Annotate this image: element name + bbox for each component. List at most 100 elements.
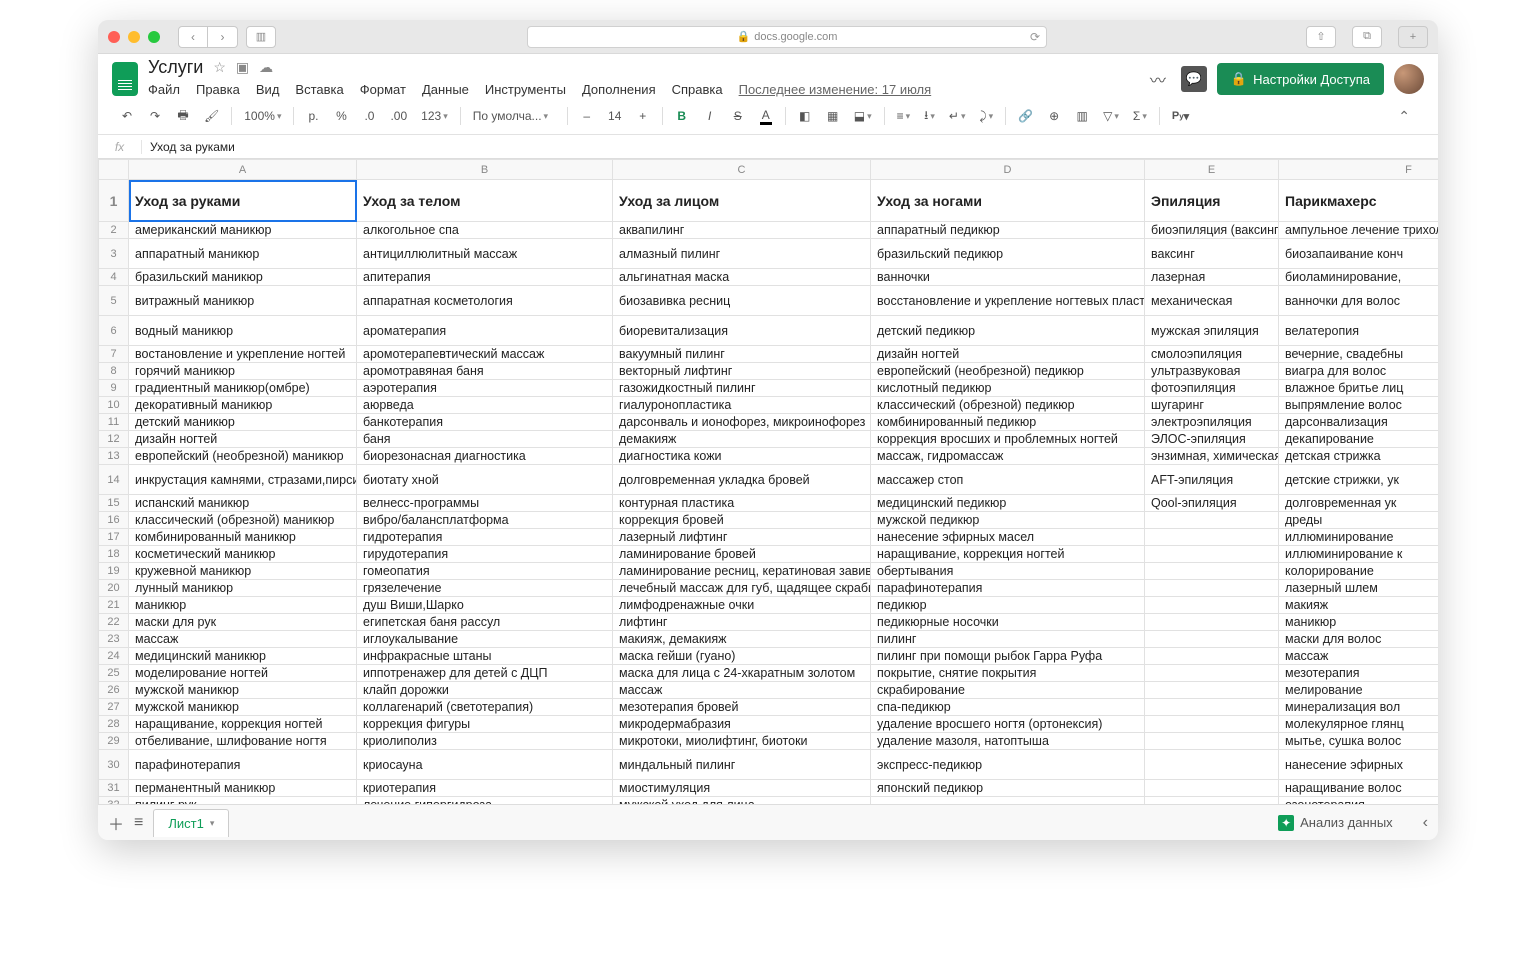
undo-button[interactable]: ↶ [116,104,138,128]
cell[interactable]: моделирование ногтей [129,665,357,682]
new-tab-button[interactable]: + [1398,26,1428,48]
functions-dropdown[interactable]: Σ▾ [1129,109,1151,123]
cell[interactable]: парафинотерапия [871,580,1145,597]
row-header[interactable]: 24 [99,648,129,665]
cell[interactable]: банкотерапия [357,414,613,431]
cell[interactable]: нанесение эфирных [1279,750,1439,780]
cell[interactable]: велнесс-программы [357,495,613,512]
row-header[interactable]: 25 [99,665,129,682]
cell[interactable]: альгинатная маска [613,269,871,286]
cell[interactable]: маникюр [1279,614,1439,631]
cell[interactable]: биозавивка ресниц [613,286,871,316]
cell[interactable]: лимфодренажные очки [613,597,871,614]
cell[interactable]: шугаринг [1145,397,1279,414]
col-header-F[interactable]: F [1279,160,1439,180]
cell[interactable]: векторный лифтинг [613,363,871,380]
cell[interactable]: колорирование [1279,563,1439,580]
cell[interactable]: электроэпиляция [1145,414,1279,431]
cell[interactable]: коррекция фигуры [357,716,613,733]
cell[interactable]: макияж [1279,597,1439,614]
row-header[interactable]: 14 [99,465,129,495]
cell[interactable]: макияж, демакияж [613,631,871,648]
strike-button[interactable]: S [727,104,749,128]
percent-button[interactable]: % [330,104,352,128]
cell[interactable]: педикюрные носочки [871,614,1145,631]
cell[interactable]: антициллюлитный массаж [357,239,613,269]
formula-bar[interactable]: Уход за руками [142,140,1438,154]
cell[interactable]: массаж [1279,648,1439,665]
cell[interactable]: комбинированный педикюр [871,414,1145,431]
cell[interactable]: Qool-эпиляция [1145,495,1279,512]
cell[interactable]: газожидкостный пилинг [613,380,871,397]
cell[interactable]: мелирование [1279,682,1439,699]
menu-Дополнения[interactable]: Дополнения [582,82,656,97]
cell[interactable] [1145,648,1279,665]
cell[interactable]: биорезонасная диагностика [357,448,613,465]
cell[interactable]: массаж [613,682,871,699]
cell[interactable]: восстановление и укрепление ногтевых пла… [871,286,1145,316]
row-header[interactable]: 1 [99,180,129,222]
menu-Формат[interactable]: Формат [360,82,406,97]
cell[interactable]: лечебный массаж для губ, щадящее скрабир… [613,580,871,597]
cell[interactable]: смолоэпиляция [1145,346,1279,363]
row-header[interactable]: 17 [99,529,129,546]
cell[interactable]: диагностика кожи [613,448,871,465]
row-header[interactable]: 18 [99,546,129,563]
cell[interactable] [1145,665,1279,682]
cell[interactable]: виагра для волос [1279,363,1439,380]
cell[interactable]: Уход за телом [357,180,613,222]
select-all-cell[interactable] [99,160,129,180]
cell[interactable] [1145,529,1279,546]
collapse-toolbar-button[interactable]: ⌃ [1398,108,1410,125]
cell[interactable]: гиалуронопластика [613,397,871,414]
comments-icon[interactable]: 💬 [1181,66,1207,92]
cell[interactable]: аквапилинг [613,222,871,239]
cell[interactable]: витражный маникюр [129,286,357,316]
cell[interactable] [1145,614,1279,631]
cell[interactable]: детский педикюр [871,316,1145,346]
cell[interactable]: кружевной маникюр [129,563,357,580]
cell[interactable]: криосауна [357,750,613,780]
cell[interactable]: биоэпиляция (ваксинг) [1145,222,1279,239]
cell[interactable]: вечерние, свадебны [1279,346,1439,363]
col-header-E[interactable]: E [1145,160,1279,180]
cell[interactable]: японский педикюр [871,780,1145,797]
row-header[interactable]: 13 [99,448,129,465]
all-sheets-button[interactable]: ≡ [134,814,143,832]
comment-button[interactable]: ⊕ [1043,104,1065,128]
cell[interactable]: мезотерапия [1279,665,1439,682]
cell[interactable]: отбеливание, шлифование ногтя [129,733,357,750]
cell[interactable]: массажер стоп [871,465,1145,495]
cell[interactable]: пилинг рук [129,797,357,805]
halign-dropdown[interactable]: ≡▾ [893,109,915,123]
cell[interactable]: водный маникюр [129,316,357,346]
cell[interactable]: дизайн ногтей [871,346,1145,363]
cell[interactable]: ламинирование ресниц, кератиновая завивк… [613,563,871,580]
cell[interactable]: лазерная [1145,269,1279,286]
cell[interactable]: гирудотерапия [357,546,613,563]
row-header[interactable]: 2 [99,222,129,239]
decrease-decimal-button[interactable]: .0 [358,104,380,128]
cell[interactable]: аромотерапевтический массаж [357,346,613,363]
cell[interactable] [1145,780,1279,797]
cell[interactable]: миостимуляция [613,780,871,797]
row-header[interactable]: 12 [99,431,129,448]
explore-button[interactable]: ✦ Анализ данных [1268,815,1403,831]
cell[interactable]: педикюр [871,597,1145,614]
row-header[interactable]: 21 [99,597,129,614]
sheet-tab-menu-icon[interactable]: ▾ [210,818,215,829]
cell[interactable]: аюрведа [357,397,613,414]
cell[interactable]: лунный маникюр [129,580,357,597]
cell[interactable]: биоревитализация [613,316,871,346]
font-dropdown[interactable]: По умолча...▾ [469,109,559,123]
cell[interactable]: лифтинг [613,614,871,631]
cell[interactable]: дарсонваль и ионофорез, микроинофорез [613,414,871,431]
address-bar[interactable]: 🔒 docs.google.com ⟳ [527,26,1047,48]
zoom-dropdown[interactable]: 100%▾ [240,109,285,123]
sheets-logo-icon[interactable] [112,62,138,96]
row-header[interactable]: 20 [99,580,129,597]
cell[interactable]: биотату хной [357,465,613,495]
tabs-button[interactable]: ⧉ [1352,26,1382,48]
cell[interactable]: иглоукалывание [357,631,613,648]
cell[interactable] [1145,512,1279,529]
